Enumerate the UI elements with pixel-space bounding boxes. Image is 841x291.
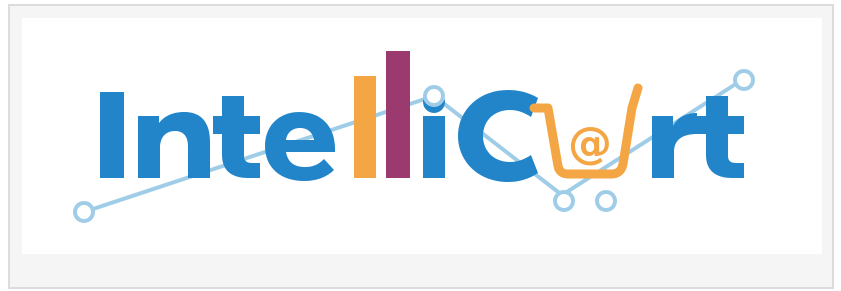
trend-node-start bbox=[73, 201, 95, 223]
letter-i-upper bbox=[100, 92, 124, 178]
trend-line-graphic bbox=[82, 78, 744, 214]
letter-e bbox=[265, 112, 336, 181]
intellicart-logo: @ bbox=[73, 51, 755, 223]
shopping-cart-at-sign-icon: @ bbox=[529, 83, 643, 179]
letter-n bbox=[138, 112, 210, 178]
trend-line-nodes bbox=[73, 69, 755, 223]
letter-l-purple-bar bbox=[386, 51, 410, 178]
cart-wheel-right bbox=[595, 190, 617, 212]
letter-c bbox=[458, 90, 538, 182]
letter-l-orange-bar bbox=[354, 76, 376, 178]
logo-panel: IntelliCart bbox=[22, 18, 822, 254]
cart-wheel-left bbox=[553, 190, 575, 212]
letter-i-stem bbox=[423, 116, 445, 178]
svg-text:@: @ bbox=[568, 118, 612, 169]
trend-node-end bbox=[733, 69, 755, 91]
logo-frame: IntelliCart bbox=[8, 4, 834, 289]
trend-node-top bbox=[423, 85, 445, 107]
letter-t-last bbox=[697, 96, 744, 178]
